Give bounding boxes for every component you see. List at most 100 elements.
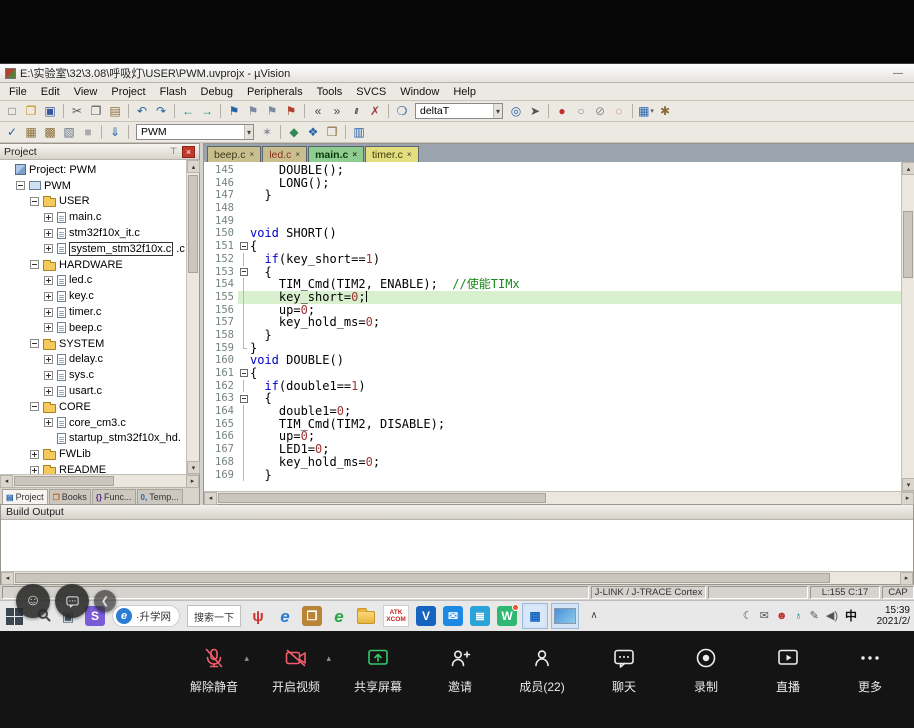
options-for-target[interactable]: ✶ [258,124,276,141]
expander-plus-icon[interactable] [44,213,53,222]
tree-item-hardware[interactable]: HARDWARE [0,257,186,273]
editor-tab-beep-c[interactable]: beep.c× [207,146,261,162]
paste[interactable]: ▤ [106,103,124,120]
menu-project[interactable]: Project [104,84,152,100]
translate-file[interactable]: ✓ [3,124,21,141]
expander-minus-icon[interactable] [30,197,39,206]
fold-collapse-icon[interactable] [240,268,248,276]
editor-hscroll-thumb[interactable] [218,493,546,503]
start-video-button[interactable]: ▴开启视频 [272,645,320,695]
disable-all-breakpoints[interactable]: ⊘ [591,103,609,120]
menu-help[interactable]: Help [446,84,483,100]
close-icon[interactable]: × [182,146,195,158]
app-docs[interactable]: ≣ [468,603,492,629]
app-browser-green[interactable]: e [327,603,351,629]
menu-peripherals[interactable]: Peripherals [240,84,310,100]
scroll-up-icon[interactable]: ▴ [187,160,200,173]
scroll-up-icon[interactable]: ▴ [902,162,914,175]
scroll-right-icon[interactable]: ▸ [900,572,913,585]
rebuild-all[interactable]: ▩ [41,124,59,141]
find-next[interactable]: ◎ [507,103,525,120]
fold-collapse-icon[interactable] [240,395,248,403]
scroll-down-icon[interactable]: ▾ [187,461,200,474]
quick-search-button[interactable]: 搜索一下 [185,603,243,629]
tree-item-stm32f10x-it-c[interactable]: stm32f10x_it.c [0,225,186,241]
panel-tab-func[interactable]: {}Func... [92,489,136,504]
uncomment-selection[interactable]: ✗ [366,103,384,120]
scroll-left-icon[interactable]: ◂ [1,572,14,585]
tree-item-fwlib[interactable]: FWLib [0,446,186,462]
save[interactable]: ▣ [41,103,59,120]
manage-rte[interactable]: ◆ [285,124,303,141]
bookmark-toggle[interactable]: ⚑ [225,103,243,120]
debug-windows[interactable]: ▦▾ [637,103,655,120]
build-output-header[interactable]: Build Output [1,505,913,520]
stop-build[interactable]: ■ [79,124,97,141]
insert-remove-breakpoint[interactable]: ● [553,103,571,120]
tree-item-pwm[interactable]: PWM [0,178,186,194]
find-in-files[interactable]: ❍ [393,103,411,120]
tree-item-readme[interactable]: README [0,462,186,474]
build[interactable]: ▦ [22,124,40,141]
tree-item-project--pwm[interactable]: Project: PWM [0,162,186,178]
app-ie[interactable]: e [273,603,297,629]
tree-vertical-scrollbar[interactable]: ▴ ▾ [186,160,199,474]
undo[interactable]: ↶ [133,103,151,120]
close-tab-icon[interactable]: × [407,150,412,159]
editor-vertical-scrollbar[interactable]: ▴ ▾ [901,162,914,491]
expander-plus-icon[interactable] [30,450,39,459]
expander-plus-icon[interactable] [44,355,53,364]
indent-left[interactable]: « [309,103,327,120]
tree-item-user[interactable]: USER [0,194,186,210]
indent-right[interactable]: » [328,103,346,120]
editor-tab-main-c[interactable]: main.c× [308,146,364,162]
search-widget[interactable]: e·升学网 [110,603,182,629]
scroll-right-icon[interactable]: ▸ [186,475,199,488]
menu-debug[interactable]: Debug [194,84,240,100]
expander-minus-icon[interactable] [30,402,39,411]
download-to-flash[interactable]: ⇓ [106,124,124,141]
menu-svcs[interactable]: SVCS [349,84,393,100]
bookmark-clear-all[interactable]: ⚑ [282,103,300,120]
chevron-up-icon[interactable]: ▴ [326,653,331,664]
batch-build[interactable]: ▧ [60,124,78,141]
tree-item-beep-c[interactable]: beep.c [0,320,186,336]
navigate-back[interactable]: ← [179,103,197,120]
app-wps[interactable]: W [495,603,519,629]
members-button[interactable]: 成员(22) [518,645,566,695]
taskbar-clock[interactable]: 15:39 2021/2/ [864,605,912,627]
tree-scroll-track[interactable] [187,173,199,461]
tree-item-system-stm32f10x-c[interactable]: system_stm32f10x.c.c [0,241,186,257]
app-briefcase[interactable]: ❒ [300,603,324,629]
expander-plus-icon[interactable] [44,229,53,238]
editor-horizontal-scrollbar[interactable]: ◂ ▸ [204,491,914,504]
tray-moon[interactable]: ☾ [743,611,753,622]
expander-plus-icon[interactable] [30,466,39,474]
unmute-button[interactable]: ▴解除静音 [190,645,238,695]
tray-ime[interactable]: 中 [845,610,857,622]
tree-horizontal-scrollbar[interactable]: ◂ ▸ [0,474,199,487]
expander-minus-icon[interactable] [16,181,25,190]
cut[interactable]: ✂ [68,103,86,120]
expander-plus-icon[interactable] [44,323,53,332]
copy[interactable]: ❐ [87,103,105,120]
tree-item-key-c[interactable]: key.c [0,288,186,304]
select-target-combo[interactable]: PWM▾ [136,124,254,140]
editor-scroll-thumb[interactable] [903,211,913,278]
kill-all-breakpoints[interactable]: ◌ [610,103,628,120]
close-tab-icon[interactable]: × [352,150,357,159]
scroll-right-icon[interactable]: ▸ [901,492,914,505]
incremental-find[interactable]: ➤ [526,103,544,120]
more-button[interactable]: 更多 [846,645,894,695]
tree-item-timer-c[interactable]: timer.c [0,304,186,320]
scroll-down-icon[interactable]: ▾ [902,478,914,491]
navigate-forward[interactable]: → [198,103,216,120]
file-explorer[interactable] [354,603,378,629]
build-output-scroll-thumb[interactable] [15,573,830,583]
tree-item-delay-c[interactable]: delay.c [0,352,186,368]
menu-tools[interactable]: Tools [310,84,350,100]
tray-user[interactable]: ☻ [776,611,788,622]
record-button[interactable]: 录制 [682,645,730,695]
tree-item-led-c[interactable]: led.c [0,273,186,289]
tray-network-globe[interactable]: ♁ [794,611,802,622]
